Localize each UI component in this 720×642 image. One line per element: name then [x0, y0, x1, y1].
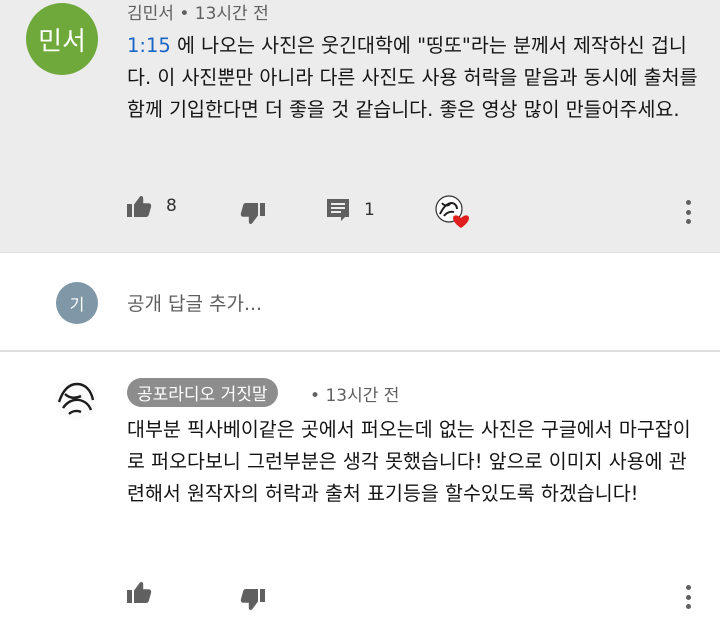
avatar-initials: 민서: [38, 26, 86, 57]
comment-time[interactable]: 13시간 전: [325, 386, 399, 406]
timestamp-link[interactable]: 1:15: [127, 34, 171, 57]
like-button[interactable]: 8: [126, 194, 177, 218]
comment-time[interactable]: 13시간 전: [195, 4, 269, 24]
more-vert-icon[interactable]: [676, 582, 700, 612]
dislike-button[interactable]: [240, 202, 266, 226]
more-vert-icon[interactable]: [676, 197, 700, 227]
comment-author-name: 공포라디오 거짓말: [137, 385, 268, 405]
thumbs-down-icon: [240, 588, 266, 612]
creator-heart-icon: [453, 215, 469, 228]
thumbs-up-icon: [126, 580, 152, 604]
avatar-initial: 기: [69, 295, 85, 314]
creator-author-badge[interactable]: 공포라디오 거짓말: [127, 378, 278, 407]
reply-count: 1: [364, 200, 375, 220]
comment-icon: [326, 198, 350, 222]
dislike-button[interactable]: [240, 588, 266, 612]
comment-author-avatar[interactable]: [55, 378, 97, 420]
section-divider: [0, 252, 720, 253]
comment-body: 에 나오는 사진은 웃긴대학에 "띵또"라는 분께서 제작하신 겁니다. 이 사…: [127, 34, 698, 121]
like-count: 8: [166, 196, 177, 216]
reply-input[interactable]: 공개 답글 추가...: [127, 289, 262, 316]
user-avatar: 기: [56, 282, 98, 324]
comment-author-avatar[interactable]: 민서: [26, 3, 98, 75]
comment-meta: • 13시간 전: [310, 381, 399, 406]
comment-text: 1:15 에 나오는 사진은 웃긴대학에 "띵또"라는 분께서 제작하신 겁니다…: [127, 30, 702, 126]
reply-button[interactable]: 1: [326, 198, 375, 222]
meta-separator: •: [310, 386, 326, 406]
section-divider: [0, 350, 720, 352]
comment-body: 대부분 픽사베이같은 곳에서 퍼오는데 없는 사진은 구글에서 마구잡이로 퍼오…: [127, 418, 691, 505]
thumbs-down-icon: [240, 202, 266, 226]
thumbs-up-icon: [126, 194, 152, 218]
comment-author-name[interactable]: 김민서: [127, 4, 174, 24]
like-button[interactable]: [126, 580, 152, 604]
meta-separator: •: [179, 4, 195, 24]
comment-meta: 김민서 • 13시간 전: [127, 0, 269, 24]
creator-heart-badge[interactable]: [434, 194, 470, 230]
